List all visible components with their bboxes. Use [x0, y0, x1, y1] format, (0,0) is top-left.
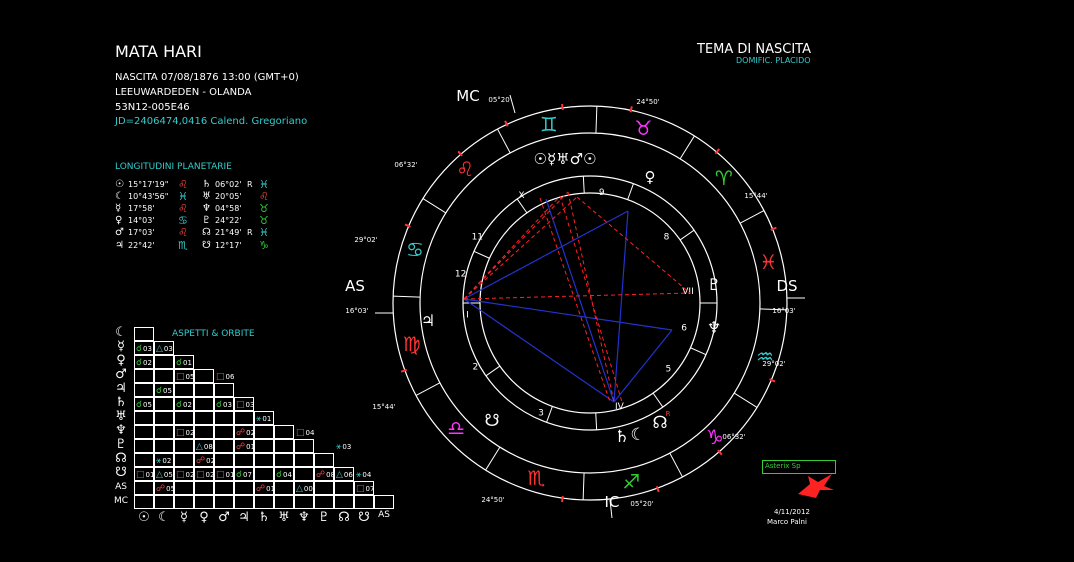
house-ring-inner: [479, 192, 701, 414]
house-cusp-line: [627, 183, 634, 200]
cusp-degree-label: 06°32': [722, 433, 745, 441]
zodiac-sign-icon: ♏: [528, 466, 546, 490]
aspect-line-blue: [545, 198, 615, 403]
house-number: IV: [615, 402, 625, 412]
house-ring-outer: [462, 175, 718, 431]
aspect-line-red: [463, 292, 691, 300]
footer-date: 4/11/2012: [774, 508, 810, 516]
as-degree: 16°03': [345, 307, 368, 315]
house-number: I: [466, 311, 469, 321]
house-number: 12: [455, 270, 466, 280]
aspect-line-red: [463, 195, 561, 300]
zodiac-sign-icon: ♈: [715, 166, 733, 190]
moon-icon: ☾: [630, 425, 645, 445]
house-cusp-line: [652, 392, 664, 408]
as-label: AS: [345, 277, 365, 295]
house-number: X: [518, 191, 524, 201]
aspect-line-red: [576, 196, 691, 294]
house-cusp-line: [473, 250, 490, 259]
ds-degree: 16°03': [772, 307, 795, 315]
cusp-marker: [655, 485, 660, 493]
house-number: 5: [666, 365, 672, 375]
cusp-degree-label: 06°32': [394, 161, 417, 169]
aspect-line-blue: [463, 210, 629, 300]
cusp-degree-label: 15°44': [744, 192, 767, 200]
chart-wheel: ♍♎♏ ♐♑♒♓♈♉♊♌♋I23IV56VII89X1112MC 05°20'AS1…: [345, 87, 805, 519]
aspect-line-blue: [613, 210, 629, 403]
zodiac-sign-icon: ♍: [403, 332, 421, 356]
node-retrograde: R: [666, 410, 671, 418]
neptune-icon: ♆: [707, 318, 721, 337]
sign-divider: [422, 198, 447, 214]
zodiac-sign-icon: ♋: [406, 237, 424, 261]
house-number: 6: [681, 323, 687, 333]
house-cusp-line: [690, 347, 707, 356]
sign-divider: [582, 472, 585, 500]
zodiac-sign-icon: ♎: [447, 416, 465, 440]
venus-icon: ♀: [645, 168, 656, 186]
cusp-marker: [629, 106, 633, 113]
sign-divider: [733, 392, 758, 408]
house-cusp-line: [582, 176, 585, 194]
planet-cluster-icon: ☉☿♅♂☉: [534, 150, 597, 168]
aspect-line-red: [539, 197, 611, 403]
sign-divider: [415, 382, 441, 396]
mc-label: MC: [456, 87, 479, 105]
aspect-line-blue: [463, 298, 615, 403]
zodiac-sign-icon: ♌: [456, 157, 474, 181]
aspect-line-blue: [463, 298, 673, 331]
cusp-degree-label: 15°44': [372, 403, 395, 411]
cusp-marker: [561, 495, 564, 503]
cusp-degree-label: 29°02': [762, 360, 785, 368]
ic-label: IC: [605, 493, 620, 511]
sign-divider: [679, 135, 695, 160]
mc-degree: 05°20': [488, 96, 511, 104]
ic-degree: 05°20': [630, 500, 653, 508]
zodiac-sign-icon: ♑: [706, 425, 724, 449]
house-number: 3: [538, 409, 544, 419]
logo-star-icon: [798, 474, 834, 498]
pluto-icon: ♇: [707, 275, 721, 294]
zodiac-sign-icon: ♉: [635, 116, 653, 140]
cusp-degree-label: 24°50': [636, 98, 659, 106]
zodiac-sign-icon: ♊: [540, 113, 558, 137]
cusp-degree-label: 24°50': [481, 496, 504, 504]
saturn-icon: ♄: [614, 427, 629, 447]
sign-divider: [485, 446, 501, 471]
logo-text: Asterix Sp: [765, 462, 801, 470]
sign-divider: [393, 295, 421, 298]
zodiac-sign-icon: ♓: [759, 250, 777, 274]
house-cusp-line: [679, 229, 695, 241]
house-number: 9: [599, 188, 605, 198]
house-cusp-line: [595, 412, 598, 430]
house-number: 8: [664, 232, 670, 242]
sign-divider: [497, 128, 511, 154]
ds-label: DS: [776, 277, 797, 295]
house-number: 11: [472, 232, 483, 242]
house-number: VII: [682, 287, 693, 297]
house-number: 2: [472, 363, 478, 373]
aspect-line-blue: [613, 329, 673, 403]
south-node-icon: ☋: [484, 411, 499, 431]
house-cusp-line: [485, 365, 501, 377]
sign-divider: [595, 106, 598, 134]
cusp-marker: [400, 368, 408, 373]
sign-divider: [739, 210, 765, 224]
sign-divider: [669, 452, 683, 478]
zodiac-sign-icon: ♐: [622, 469, 640, 493]
cusp-degree-label: 29°02': [354, 236, 377, 244]
jupiter-icon: ♃: [421, 311, 435, 330]
house-cusp-line: [546, 406, 553, 423]
cusp-marker: [561, 103, 564, 111]
aspect-line-red: [567, 191, 615, 403]
footer-author: Marco Palni: [767, 518, 807, 526]
